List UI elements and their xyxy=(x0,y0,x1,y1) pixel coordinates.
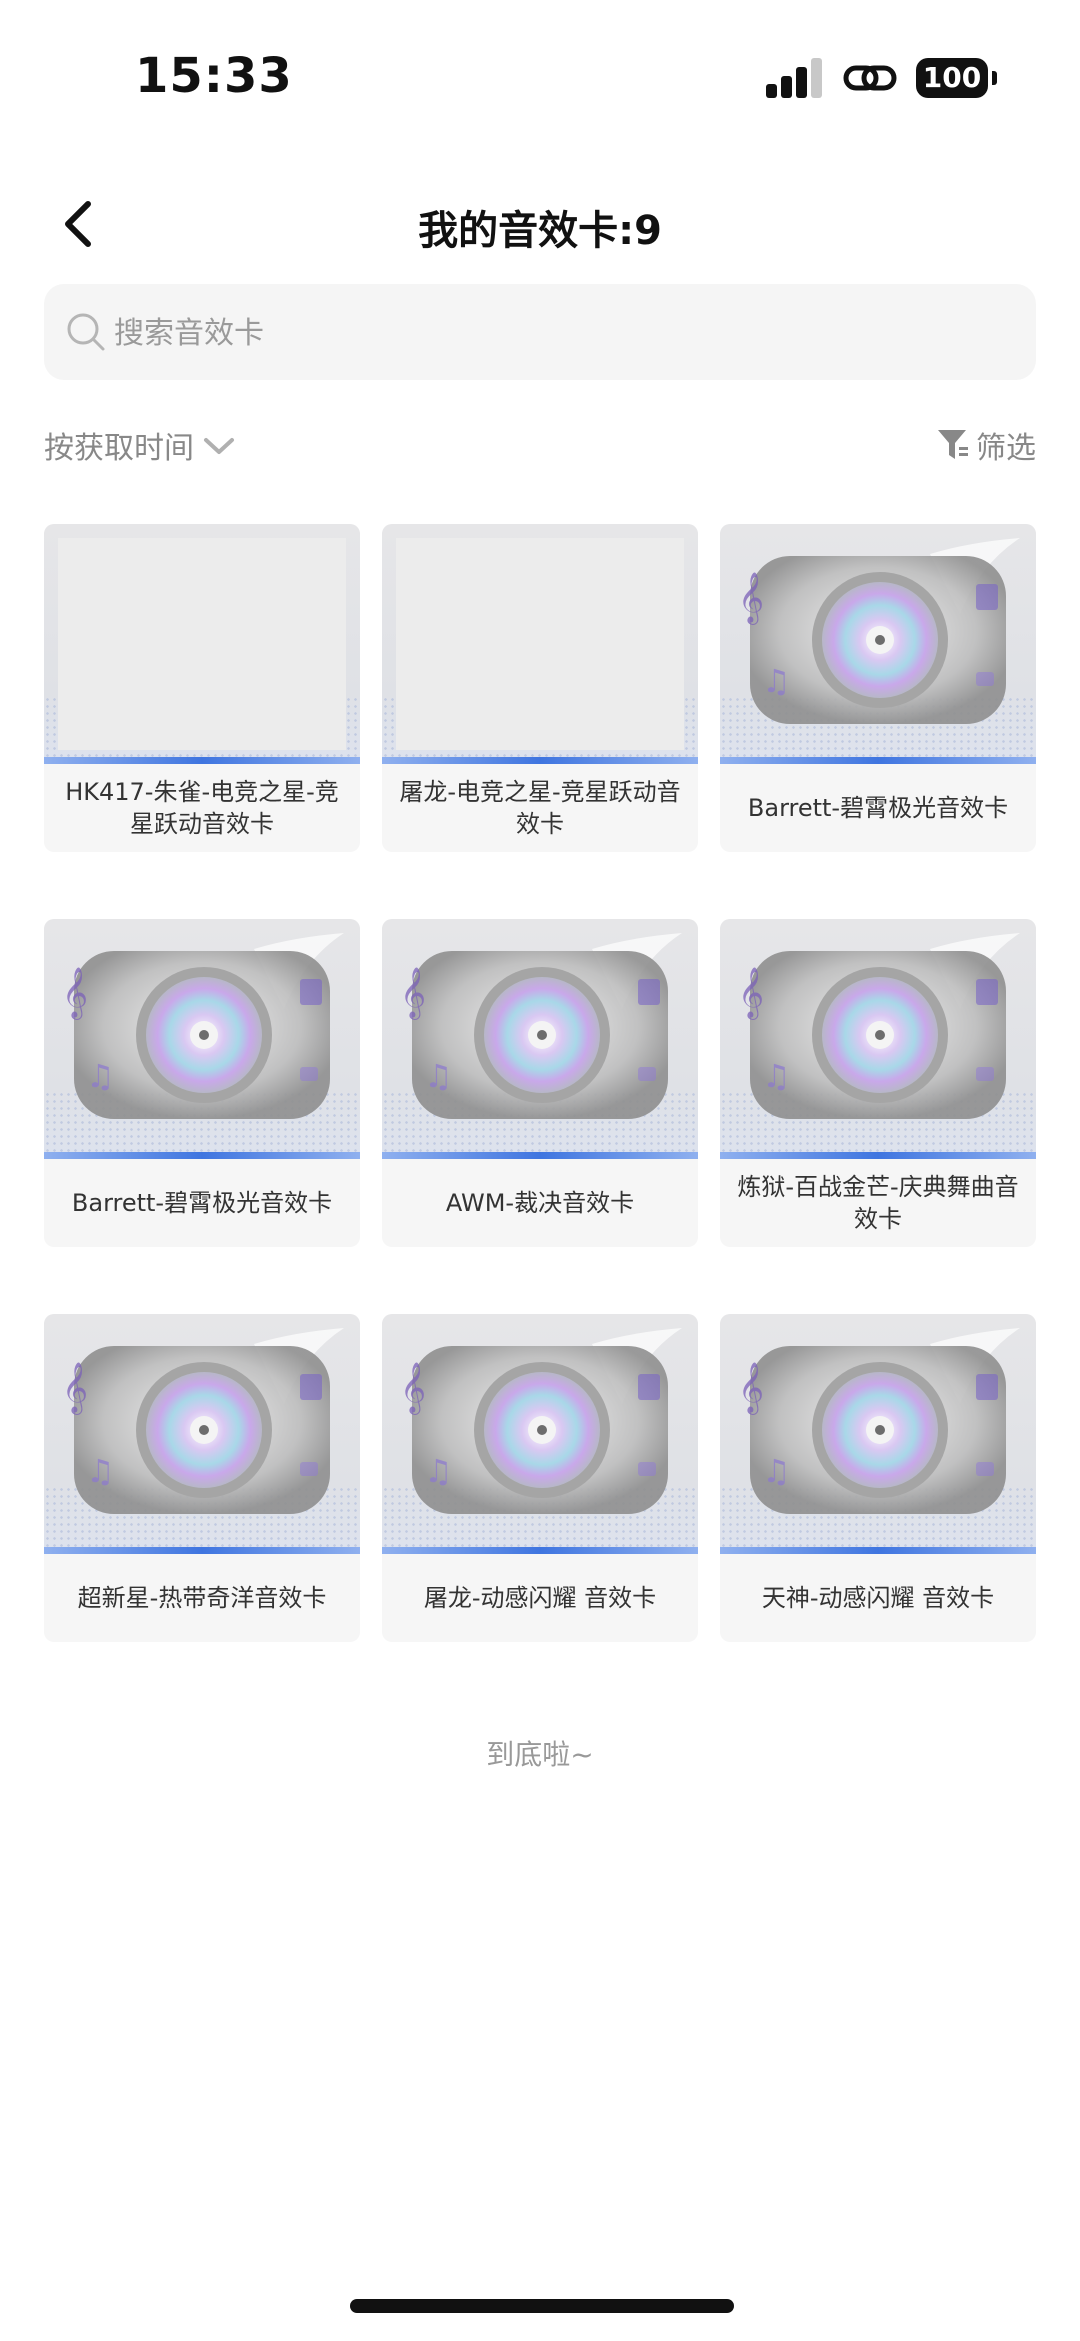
card-title: 超新星-热带奇洋音效卡 xyxy=(77,1584,327,1612)
card-title: HK417-朱雀-电竞之星-竞星跃动音效卡 xyxy=(65,778,339,838)
svg-text:♫: ♫ xyxy=(762,1452,791,1490)
sort-label: 按获取时间 xyxy=(44,431,194,466)
card-title: 屠龙-动感闪耀 音效卡 xyxy=(423,1584,657,1612)
filter-row: 按获取时间 筛选 xyxy=(44,420,1036,470)
svg-text:𝄞: 𝄞 xyxy=(738,1362,764,1415)
svg-text:𝄞: 𝄞 xyxy=(738,572,764,625)
card-title: 炼狱-百战金芒-庆典舞曲音效卡 xyxy=(737,1173,1019,1233)
svg-text:𝄞: 𝄞 xyxy=(400,1362,426,1415)
card-title: Barrett-碧霄极光音效卡 xyxy=(747,794,1009,822)
svg-text:♫: ♫ xyxy=(424,1452,453,1490)
filter-label: 筛选 xyxy=(976,431,1036,466)
sound-card[interactable]: HK417-朱雀-电竞之星-竞星跃动音效卡 xyxy=(44,524,360,852)
svg-text:♫: ♫ xyxy=(86,1452,115,1490)
filter-button[interactable]: 筛选 xyxy=(936,420,1036,470)
vinyl-record-icon: 𝄞 ♫ xyxy=(62,933,344,1119)
page-title: 我的音效卡:9 xyxy=(418,208,662,254)
card-accent-band xyxy=(44,1547,360,1554)
search-box[interactable] xyxy=(44,284,1036,382)
card-accent-band xyxy=(382,1547,698,1554)
card-image: 𝄞 ♫ xyxy=(44,1314,360,1554)
card-accent-band xyxy=(720,1152,1036,1159)
card-image xyxy=(44,524,360,764)
chevron-down-icon xyxy=(204,438,234,454)
image-placeholder xyxy=(58,538,346,750)
card-title: Barrett-碧霄极光音效卡 xyxy=(71,1189,333,1217)
svg-text:♫: ♫ xyxy=(424,1057,453,1095)
svg-text:♫: ♫ xyxy=(762,1057,791,1095)
card-image: 𝄞 ♫ xyxy=(720,919,1036,1159)
card-image: 𝄞 ♫ xyxy=(720,1314,1036,1554)
svg-text:♫: ♫ xyxy=(762,662,791,700)
end-of-list-text: 到底啦~ xyxy=(486,1738,594,1771)
svg-text:𝄞: 𝄞 xyxy=(62,967,88,1020)
sound-card[interactable]: 屠龙-电竞之星-竞星跃动音效卡 xyxy=(382,524,698,852)
card-title: 屠龙-电竞之星-竞星跃动音效卡 xyxy=(399,778,681,838)
status-time: 15:33 xyxy=(135,48,293,104)
search-input[interactable] xyxy=(112,284,996,382)
sound-card[interactable]: 𝄞 ♫ 超新星-热带奇洋音效卡 xyxy=(44,1314,360,1642)
vinyl-record-icon: 𝄞 ♫ xyxy=(400,1328,682,1514)
sound-card[interactable]: 𝄞 ♫ 屠龙-动感闪耀 音效卡 xyxy=(382,1314,698,1642)
signal-icon xyxy=(766,58,822,98)
battery-indicator: 100 xyxy=(916,58,988,98)
sound-card[interactable]: 𝄞 ♫ AWM-裁决音效卡 xyxy=(382,919,698,1247)
card-accent-band xyxy=(720,1547,1036,1554)
vinyl-record-icon: 𝄞 ♫ xyxy=(62,1328,344,1514)
svg-text:𝄞: 𝄞 xyxy=(62,1362,88,1415)
home-indicator[interactable] xyxy=(350,2299,734,2313)
card-accent-band xyxy=(44,757,360,764)
card-image xyxy=(382,524,698,764)
vinyl-record-icon: 𝄞 ♫ xyxy=(400,933,682,1119)
sound-card[interactable]: 𝄞 ♫ Barrett-碧霄极光音效卡 xyxy=(44,919,360,1247)
status-bar: 15:33 100 xyxy=(0,0,1080,160)
sound-card[interactable]: 𝄞 ♫ 炼狱-百战金芒-庆典舞曲音效卡 xyxy=(720,919,1036,1247)
card-accent-band xyxy=(44,1152,360,1159)
vinyl-record-icon: 𝄞 ♫ xyxy=(738,538,1020,724)
nav-header: 我的音效卡:9 xyxy=(0,180,1080,270)
vinyl-record-icon: 𝄞 ♫ xyxy=(738,933,1020,1119)
card-image: 𝄞 ♫ xyxy=(44,919,360,1159)
battery-cap xyxy=(992,71,997,85)
card-accent-band xyxy=(382,757,698,764)
card-image: 𝄞 ♫ xyxy=(382,1314,698,1554)
card-image: 𝄞 ♫ xyxy=(720,524,1036,764)
sort-dropdown[interactable]: 按获取时间 xyxy=(44,420,236,470)
card-accent-band xyxy=(720,757,1036,764)
card-title: 天神-动感闪耀 音效卡 xyxy=(761,1584,995,1612)
link-icon xyxy=(843,65,897,91)
sound-card[interactable]: 𝄞 ♫ Barrett-碧霄极光音效卡 xyxy=(720,524,1036,852)
filter-icon xyxy=(938,430,968,459)
search-icon xyxy=(67,313,105,351)
svg-text:♫: ♫ xyxy=(86,1057,115,1095)
image-placeholder xyxy=(396,538,684,750)
card-image: 𝄞 ♫ xyxy=(382,919,698,1159)
svg-text:𝄞: 𝄞 xyxy=(400,967,426,1020)
card-title: AWM-裁决音效卡 xyxy=(445,1189,635,1217)
vinyl-record-icon: 𝄞 ♫ xyxy=(738,1328,1020,1514)
card-accent-band xyxy=(382,1152,698,1159)
svg-text:𝄞: 𝄞 xyxy=(738,967,764,1020)
sound-card[interactable]: 𝄞 ♫ 天神-动感闪耀 音效卡 xyxy=(720,1314,1036,1642)
